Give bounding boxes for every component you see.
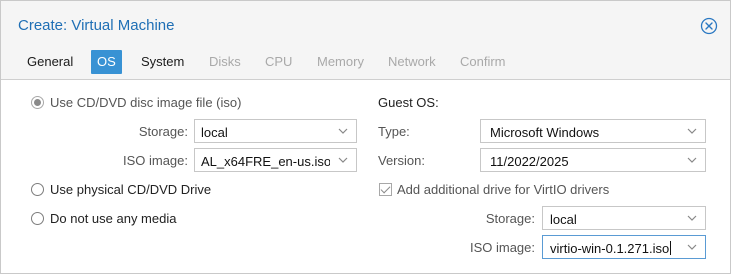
virtio-storage-label: Storage:: [485, 211, 535, 226]
text-caret: [670, 241, 672, 255]
create-vm-dialog: Create: Virtual Machine General OS Syste…: [0, 0, 731, 274]
os-type-select[interactable]: Microsoft Windows: [480, 119, 706, 143]
tab-cpu: CPU: [265, 54, 293, 69]
virtio-iso-image-label: ISO image:: [469, 240, 535, 255]
iso-image-select-value: AL_x64FRE_en-us.iso: [201, 154, 330, 169]
storage-label: Storage:: [138, 124, 188, 139]
virtio-iso-image-text: virtio-win-0.1.271.iso: [550, 241, 670, 256]
iso-image-select[interactable]: AL_x64FRE_en-us.iso: [194, 148, 357, 172]
virtio-iso-image-select[interactable]: virtio-win-0.1.271.iso: [542, 235, 706, 259]
storage-select[interactable]: local: [194, 119, 357, 143]
guest-os-heading: Guest OS:: [378, 95, 439, 110]
chevron-down-icon: [687, 244, 697, 250]
dialog-titlebar: Create: Virtual Machine: [1, 1, 730, 45]
os-type-select-value: Microsoft Windows: [490, 125, 600, 140]
radio-no-media[interactable]: [31, 212, 44, 225]
version-label: Version:: [378, 153, 425, 168]
chevron-down-icon: [338, 157, 348, 163]
virtio-checkbox[interactable]: [379, 183, 392, 196]
tab-system[interactable]: System: [135, 50, 190, 74]
os-version-select[interactable]: 11/2022/2025: [480, 148, 706, 172]
tab-confirm: Confirm: [460, 54, 506, 69]
tab-os[interactable]: OS: [91, 50, 122, 74]
radio-physical-drive-label: Use physical CD/DVD Drive: [50, 182, 212, 197]
tab-general[interactable]: General: [21, 50, 79, 74]
wizard-tabbar: General OS System Disks CPU Memory Netwo…: [1, 45, 730, 80]
radio-no-media-label: Do not use any media: [50, 211, 177, 226]
chevron-down-icon: [687, 215, 697, 221]
radio-use-iso[interactable]: [31, 96, 44, 109]
radio-physical-drive[interactable]: [31, 183, 44, 196]
chevron-down-icon: [687, 128, 697, 134]
chevron-down-icon: [338, 128, 348, 134]
type-label: Type:: [378, 124, 410, 139]
virtio-storage-select-value: local: [550, 212, 577, 227]
tab-memory: Memory: [317, 54, 364, 69]
storage-select-value: local: [201, 125, 228, 140]
virtio-iso-image-select-value: virtio-win-0.1.271.iso: [550, 241, 679, 256]
iso-image-label: ISO image:: [122, 153, 188, 168]
virtio-storage-select[interactable]: local: [542, 206, 706, 230]
tab-disks: Disks: [209, 54, 241, 69]
dialog-title: Create: Virtual Machine: [18, 17, 175, 34]
virtio-checkbox-label: Add additional drive for VirtIO drivers: [397, 182, 610, 197]
close-icon[interactable]: [700, 17, 718, 35]
os-version-select-value: 11/2022/2025: [490, 154, 569, 169]
tab-network: Network: [388, 54, 436, 69]
radio-use-iso-label: Use CD/DVD disc image file (iso): [50, 95, 242, 110]
chevron-down-icon: [687, 157, 697, 163]
